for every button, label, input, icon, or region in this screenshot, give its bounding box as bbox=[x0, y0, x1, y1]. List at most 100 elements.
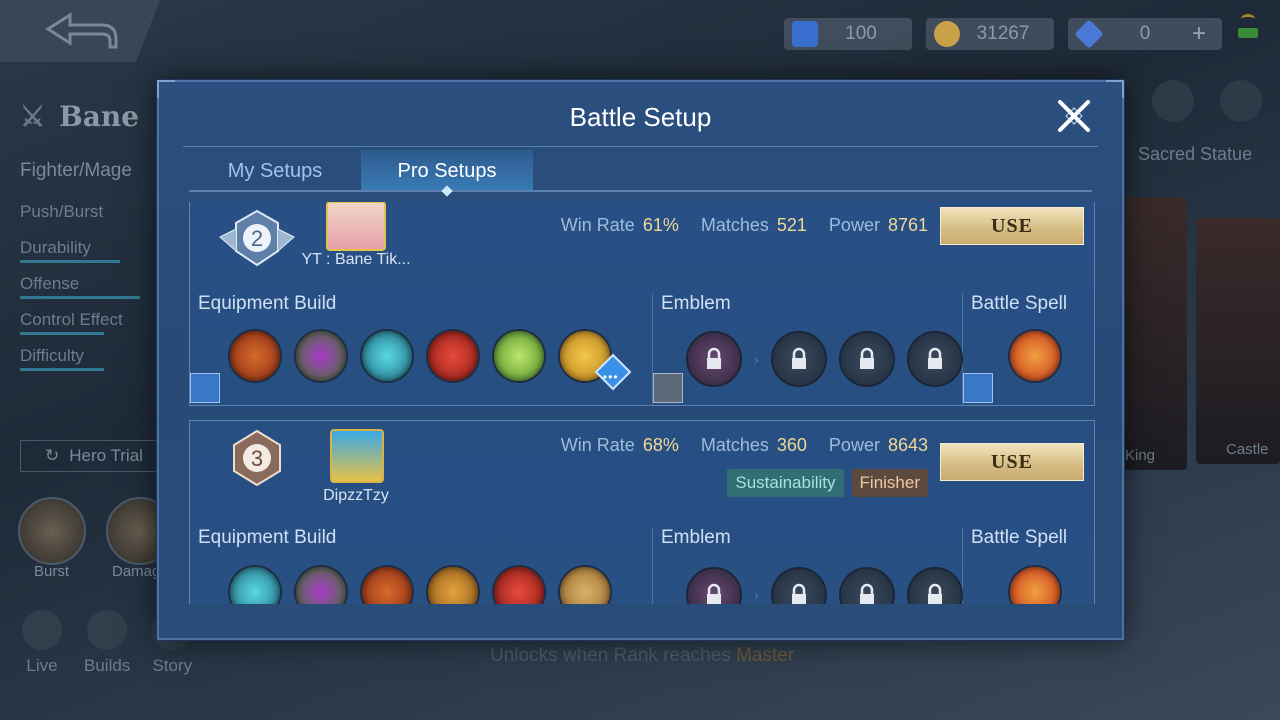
hero-name-header: ⚔ Bane bbox=[20, 100, 139, 133]
emblem-lock-icon[interactable] bbox=[906, 567, 963, 604]
item-icon[interactable] bbox=[492, 329, 546, 383]
setup-stats: Win Rate 68% Matches 360 Power 8643 bbox=[561, 435, 928, 456]
equipment-icons bbox=[228, 565, 612, 604]
battle-spell-icon[interactable] bbox=[1008, 329, 1062, 383]
skill-burst-icon[interactable] bbox=[18, 497, 86, 565]
sword-icon: ⚔ bbox=[20, 100, 46, 133]
emblem-icons: › bbox=[686, 331, 963, 387]
emblem-lock-icon[interactable] bbox=[686, 331, 742, 387]
matches: Matches 360 bbox=[700, 435, 807, 455]
right-top-icons bbox=[1152, 80, 1262, 122]
tab-pro-setups[interactable]: Pro Setups bbox=[361, 150, 533, 190]
hero-role: Fighter/Mage bbox=[20, 160, 132, 181]
player-avatar[interactable] bbox=[326, 202, 386, 251]
fullscreen-icon[interactable] bbox=[1220, 80, 1262, 122]
tab-my-setups[interactable]: My Setups bbox=[189, 150, 361, 190]
item-icon[interactable] bbox=[228, 565, 282, 604]
item-icon[interactable] bbox=[294, 329, 348, 383]
player-name: YT : Bane Tik... bbox=[301, 251, 411, 268]
hero-trial-button[interactable]: ↻ Hero Trial bbox=[20, 440, 165, 472]
nav-builds[interactable]: Builds bbox=[84, 610, 130, 676]
copy-spell-icon[interactable] bbox=[963, 373, 993, 403]
close-icon bbox=[1058, 100, 1090, 132]
sound-icon[interactable] bbox=[1152, 80, 1194, 122]
hero-name: Bane bbox=[59, 100, 140, 133]
rank-3-badge-icon: 3 bbox=[233, 429, 281, 487]
section-divider bbox=[652, 527, 653, 604]
item-icon[interactable] bbox=[294, 565, 348, 604]
battle-setup-dialog: Battle Setup My Setups Pro Setups 2 YT :… bbox=[157, 80, 1124, 640]
player-avatar[interactable] bbox=[330, 429, 384, 483]
copy-emblem-icon[interactable] bbox=[653, 373, 683, 403]
use-button[interactable]: USE bbox=[940, 207, 1084, 245]
setup-stats: Win Rate 61% Matches 521 Power 8761 bbox=[561, 215, 928, 236]
battle-spell-icon[interactable] bbox=[1008, 565, 1062, 604]
equipment-build-title: Equipment Build bbox=[198, 527, 337, 548]
nav-live[interactable]: Live bbox=[22, 610, 62, 676]
sacred-statue-label: Sacred Statue bbox=[1138, 144, 1253, 164]
emblem-title: Emblem bbox=[661, 527, 731, 548]
rank-2-badge-icon: 2 bbox=[219, 209, 295, 267]
live-icon bbox=[22, 610, 62, 650]
emblem-lock-icon[interactable] bbox=[906, 331, 963, 387]
matches: Matches 521 bbox=[700, 215, 807, 235]
ticket-icon bbox=[791, 21, 818, 47]
item-icon[interactable] bbox=[228, 329, 282, 383]
emblem-lock-icon[interactable] bbox=[686, 567, 742, 604]
item-icon[interactable] bbox=[426, 329, 480, 383]
title-divider bbox=[183, 146, 1098, 147]
item-icon[interactable] bbox=[360, 329, 414, 383]
hero-stat-offense: Offense bbox=[20, 274, 140, 310]
battle-points-resource: 31267 bbox=[925, 18, 1054, 50]
player-name: DipzzTzy bbox=[323, 487, 389, 504]
item-icon[interactable] bbox=[360, 565, 414, 604]
setup-card: 2 YT : Bane Tik... Win Rate 61% Matches 52… bbox=[189, 202, 1095, 406]
copy-build-icon[interactable] bbox=[190, 373, 220, 403]
emblem-arrow-icon: › bbox=[754, 351, 759, 367]
close-button[interactable] bbox=[1054, 96, 1094, 136]
ticket-value: 100 bbox=[845, 23, 877, 44]
emblem-arrow-icon: › bbox=[754, 587, 759, 603]
diamonds-resource[interactable]: 0 + bbox=[1067, 18, 1222, 50]
hero-trial-label: Hero Trial bbox=[69, 446, 143, 465]
back-button[interactable] bbox=[0, 0, 160, 62]
skin-card-castle[interactable] bbox=[1196, 218, 1280, 464]
battle-spell-title: Battle Spell bbox=[971, 527, 1068, 548]
resource-bar: 100 31267 0 + bbox=[783, 14, 1260, 54]
equipment-icons bbox=[228, 329, 612, 383]
battle-spell-title: Battle Spell bbox=[971, 293, 1068, 314]
ticket-resource: 100 bbox=[783, 18, 912, 50]
battle-spell-icons bbox=[1008, 565, 1062, 604]
hero-stat-durability: Durability bbox=[20, 238, 140, 274]
unlock-hint: Unlocks when Rank reaches Master bbox=[490, 645, 795, 666]
add-diamonds-icon[interactable]: + bbox=[1192, 20, 1206, 48]
skin-card-castle-label: Castle bbox=[1226, 441, 1269, 458]
tag-finisher: Finisher bbox=[851, 469, 928, 497]
use-button[interactable]: USE bbox=[940, 443, 1084, 481]
item-icon[interactable] bbox=[492, 565, 546, 604]
tag-sustainability: Sustainability bbox=[727, 469, 844, 497]
emblem-lock-icon[interactable] bbox=[838, 567, 895, 604]
svg-text:2: 2 bbox=[251, 226, 263, 251]
emblem-lock-icon[interactable] bbox=[838, 331, 895, 387]
equipment-build-title: Equipment Build bbox=[198, 293, 337, 314]
battle-points-value: 31267 bbox=[976, 23, 1030, 44]
emblem-lock-icon[interactable] bbox=[770, 567, 827, 604]
svg-text:3: 3 bbox=[251, 446, 263, 471]
setup-tabs: My Setups Pro Setups bbox=[189, 150, 1092, 192]
diamond-icon bbox=[1074, 19, 1104, 49]
pro-setups-list[interactable]: 2 YT : Bane Tik... Win Rate 61% Matches 52… bbox=[189, 202, 1095, 604]
emblem-lock-icon[interactable] bbox=[770, 331, 827, 387]
hero-trial-icon: ↻ bbox=[45, 446, 60, 465]
skill-burst-label: Burst bbox=[34, 563, 70, 580]
power: Power 8643 bbox=[828, 435, 928, 455]
item-icon[interactable] bbox=[426, 565, 480, 604]
item-icon[interactable] bbox=[558, 565, 612, 604]
dialog-title: Battle Setup bbox=[569, 102, 712, 132]
emblem-icons: › bbox=[686, 567, 963, 604]
back-arrow-icon bbox=[45, 12, 118, 49]
hero-stat-difficulty: Difficulty bbox=[20, 346, 140, 382]
hero-stat-control: Control Effect bbox=[20, 310, 140, 346]
win-rate: Win Rate 61% bbox=[560, 215, 679, 235]
builds-icon bbox=[87, 610, 128, 650]
